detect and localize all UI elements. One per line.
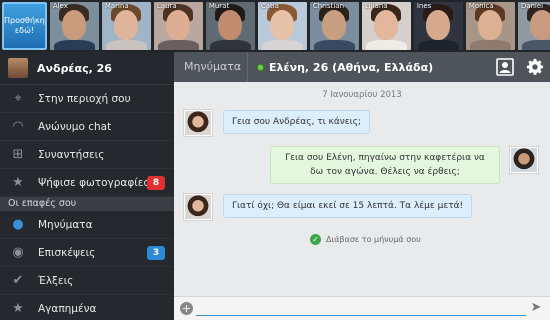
sidebar-item-label: Μηνύματα: [38, 218, 93, 231]
sidebar-item-label: Συναντήσεις: [38, 148, 105, 161]
profile-thumbnail[interactable]: Marina: [101, 2, 151, 50]
user-name: Ανδρέας, 26: [37, 61, 112, 75]
user-avatar: [8, 58, 28, 78]
attach-plus-icon[interactable]: +: [180, 302, 193, 315]
sidebar-item-label: Έλξεις: [38, 274, 74, 287]
chat-header: Μηνύματα Ελένη, 26 (Αθήνα, Ελλάδα): [174, 52, 550, 82]
profile-strip: Προσθήκη εδώ! Alex Marina Laura Murat Catia C…: [0, 0, 550, 52]
mask-icon: ◠: [12, 119, 24, 134]
profile-thumbnail-name: Laura: [156, 2, 177, 10]
profile-thumbnail[interactable]: Daniel: [517, 2, 550, 50]
chat-area: 7 Ιανουαρίου 2013 Γεια σου Ανδρέας, τι κ…: [174, 82, 550, 296]
chat-bubbles-icon: ●: [12, 217, 24, 232]
user-message-avatar[interactable]: [509, 146, 539, 174]
message-bubble-outgoing: Γεια σου Ελένη, πηγαίνω στην καφετέρια ν…: [270, 146, 500, 184]
profile-button[interactable]: [494, 56, 516, 78]
message-bubble-incoming: Γεια σου Ανδρέας, τι κάνεις;: [223, 110, 371, 134]
message-bubble-incoming: Γιατί όχι; Θα είμαι εκεί σε 15 λεπτά. Τα…: [223, 194, 473, 218]
settings-button[interactable]: [524, 56, 546, 78]
add-here-button[interactable]: Προσθήκη εδώ!: [2, 2, 47, 50]
profile-thumbnail[interactable]: Alex: [49, 2, 99, 50]
star-box-icon: ★: [12, 175, 24, 190]
sidebar: Ανδρέας, 26 ⌖ Στην περιοχή σου ◠ Ανώνυμο ch…: [0, 52, 174, 320]
profile-thumbnail[interactable]: Liliana: [361, 2, 411, 50]
sidebar-item[interactable]: ◠ Ανώνυμο chat: [0, 113, 174, 141]
star-icon: ★: [12, 301, 24, 316]
main-menu: ⌖ Στην περιοχή σου ◠ Ανώνυμο chat ⊞ Συναντήσε…: [0, 85, 174, 197]
sidebar-item[interactable]: ⌖ Στην περιοχή σου: [0, 85, 174, 113]
sidebar-item[interactable]: ✔ Έλξεις: [0, 267, 174, 295]
sidebar-item[interactable]: ★ Ψήφισε φωτογραφίες 8: [0, 169, 174, 197]
gear-icon: [526, 58, 544, 75]
contacts-menu: ● Μηνύματα ◉ Επισκέψεις 3 ✔ Έλξεις ★ Αγαπημένα: [0, 211, 174, 320]
sidebar-item-label: Επισκέψεις: [38, 246, 96, 259]
sidebar-item-label: Ψήφισε φωτογραφίες: [38, 176, 150, 189]
grid-icon: ⊞: [12, 147, 24, 162]
profile-thumbnail-name: Catia: [260, 2, 279, 10]
profile-thumbnail-name: Liliana: [364, 2, 388, 10]
profile-thumbnail[interactable]: Laura: [153, 2, 203, 50]
profile-thumbnail[interactable]: Murat: [205, 2, 255, 50]
message-composer: + ➤: [174, 296, 550, 320]
profile-thumbnail-name: Christian: [312, 2, 345, 10]
chat-date: 7 Ιανουαρίου 2013: [322, 90, 402, 100]
profile-thumbnail[interactable]: Monica: [465, 2, 515, 50]
read-receipt: ✓ Διάβασε το μήνυμά σου: [310, 234, 421, 245]
count-badge: 3: [147, 246, 165, 260]
add-here-label: Προσθήκη εδώ!: [4, 16, 45, 35]
chat-title[interactable]: Ελένη, 26 (Αθήνα, Ελλάδα): [248, 61, 433, 74]
eye-icon: ◉: [12, 245, 24, 260]
sidebar-item-label: Αγαπημένα: [38, 302, 97, 315]
profile-thumbnail-name: Marina: [104, 2, 129, 10]
profile-thumbnail[interactable]: Christian: [309, 2, 359, 50]
sidebar-item[interactable]: ● Μηνύματα: [0, 211, 174, 239]
sidebar-item[interactable]: ⊞ Συναντήσεις: [0, 141, 174, 169]
breadcrumb-messages[interactable]: Μηνύματα: [174, 52, 248, 82]
current-user[interactable]: Ανδρέας, 26: [0, 52, 174, 85]
profile-thumbnail[interactable]: Ines: [413, 2, 463, 50]
online-status-icon: [257, 63, 264, 71]
check-circle-icon: ✔: [12, 273, 24, 288]
profile-thumbnail-name: Murat: [208, 2, 230, 10]
profile-thumbnail-name: Alex: [52, 2, 68, 10]
sidebar-item[interactable]: ◉ Επισκέψεις 3: [0, 239, 174, 267]
count-badge: 8: [147, 176, 165, 190]
send-icon[interactable]: ➤: [528, 300, 544, 316]
sidebar-item-label: Στην περιοχή σου: [38, 92, 131, 105]
app-root: Προσθήκη εδώ! Alex Marina Laura Murat Catia C…: [0, 0, 550, 320]
chat-partner-name: Ελένη, 26 (Αθήνα, Ελλάδα): [269, 60, 434, 74]
profile-thumbnail-name: Daniel: [520, 2, 544, 10]
check-circle-icon: ✓: [310, 234, 321, 245]
message-input[interactable]: [196, 301, 526, 316]
faces-row: Alex Marina Laura Murat Catia Christian Lilian…: [49, 2, 550, 50]
profile-thumbnail-name: Ines: [416, 2, 432, 10]
sidebar-item-label: Ανώνυμο chat: [38, 120, 112, 133]
profile-thumbnail-name: Monica: [468, 2, 494, 10]
partner-avatar[interactable]: [183, 109, 213, 137]
profile-thumbnail[interactable]: Catia: [257, 2, 307, 50]
location-pin-icon: ⌖: [14, 91, 22, 106]
profile-card-icon: [496, 58, 514, 76]
contacts-section-header: Οι επαφές σου: [0, 197, 174, 211]
sidebar-item[interactable]: ★ Αγαπημένα: [0, 295, 174, 320]
read-receipt-text: Διάβασε το μήνυμά σου: [326, 235, 421, 244]
partner-avatar[interactable]: [183, 193, 213, 221]
